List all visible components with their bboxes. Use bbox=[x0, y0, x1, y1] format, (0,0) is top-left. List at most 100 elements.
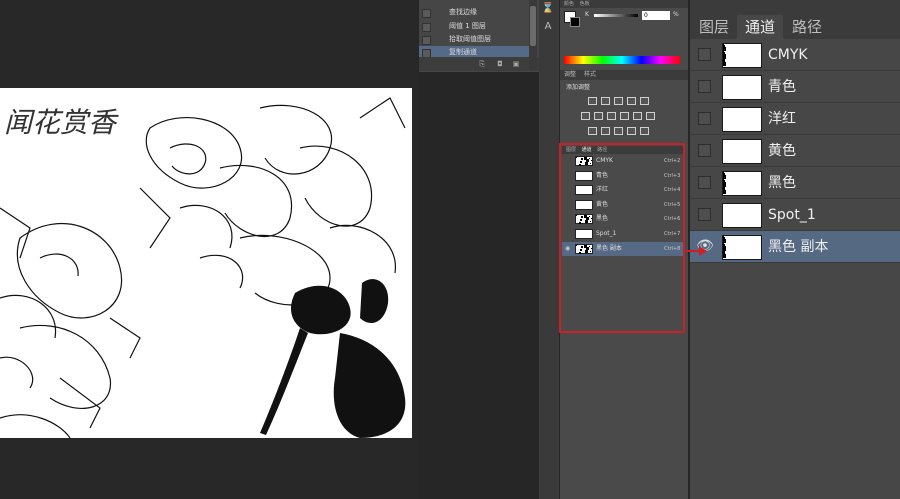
panel-dock-strip bbox=[539, 0, 559, 499]
channel-thumbnail bbox=[722, 171, 762, 196]
channel-thumbnail bbox=[722, 203, 762, 228]
thumbnail-detail bbox=[723, 193, 724, 194]
panel-header-strip bbox=[690, 0, 900, 15]
history-item-label: 查找边缘 bbox=[449, 8, 477, 16]
black-white-icon[interactable] bbox=[607, 112, 616, 120]
channel-row[interactable]: 洋红 bbox=[690, 103, 900, 135]
channel-name: 青色 bbox=[768, 79, 796, 95]
vibrance-icon[interactable] bbox=[640, 97, 649, 105]
adjustments-tabs: 调整 样式 bbox=[560, 70, 688, 80]
visibility-toggle[interactable] bbox=[698, 80, 711, 93]
history-item[interactable]: 查找边缘 bbox=[419, 6, 529, 19]
k-slider[interactable] bbox=[594, 14, 638, 17]
threshold-icon[interactable] bbox=[614, 127, 623, 135]
tab-layers[interactable]: 图层 bbox=[694, 15, 734, 39]
color-panel-tabs: 颜色 色板 bbox=[560, 0, 688, 8]
history-scroll-thumb[interactable] bbox=[530, 6, 536, 46]
thumbnail-detail bbox=[723, 185, 724, 186]
channel-name: 洋红 bbox=[768, 111, 796, 127]
levels-icon[interactable] bbox=[601, 97, 610, 105]
history-checkbox[interactable] bbox=[422, 9, 431, 18]
history-item-label: 阈值 1 图层 bbox=[449, 22, 486, 30]
posterize-icon[interactable] bbox=[601, 127, 610, 135]
callout-arrow-line bbox=[686, 250, 700, 252]
channel-row[interactable]: Spot_1 bbox=[690, 199, 900, 231]
channel-row[interactable]: 青色 bbox=[690, 71, 900, 103]
k-value-input[interactable]: 0 bbox=[642, 11, 670, 20]
photo-filter-icon[interactable] bbox=[620, 112, 629, 120]
history-item[interactable]: 阈值 1 图层 bbox=[419, 20, 529, 33]
history-item[interactable]: 拾取阈值图层 bbox=[419, 33, 529, 46]
visibility-toggle[interactable] bbox=[698, 48, 711, 61]
character-panel-icon[interactable]: A bbox=[541, 20, 555, 34]
tab-styles[interactable]: 样式 bbox=[584, 71, 596, 78]
channel-row[interactable]: CMYK bbox=[690, 39, 900, 71]
channel-thumbnail bbox=[722, 75, 762, 100]
tab-color[interactable]: 颜色 bbox=[564, 1, 574, 7]
k-channel-label: K bbox=[585, 11, 589, 18]
k-unit-label: % bbox=[673, 11, 679, 18]
channel-row[interactable]: 黑色 bbox=[690, 167, 900, 199]
channel-mixer-icon[interactable] bbox=[633, 112, 642, 120]
thumbnail-detail bbox=[723, 182, 726, 185]
thumbnail-detail bbox=[723, 50, 724, 51]
history-checkbox[interactable] bbox=[422, 23, 431, 32]
history-panel-icon[interactable]: ⌛ bbox=[541, 2, 555, 16]
hue-saturation-icon[interactable] bbox=[581, 112, 590, 120]
thumbnail-detail bbox=[723, 187, 725, 189]
gradient-map-icon[interactable] bbox=[627, 127, 636, 135]
thumbnail-detail bbox=[723, 64, 724, 65]
document-canvas[interactable]: 闻花赏香 bbox=[0, 88, 412, 438]
adjustments-title: 添加调整 bbox=[566, 84, 591, 91]
thumbnail-detail bbox=[723, 59, 725, 61]
channel-thumbnail bbox=[722, 139, 762, 164]
thumbnail-detail bbox=[723, 257, 724, 258]
invert-icon[interactable] bbox=[588, 127, 597, 135]
tab-swatches[interactable]: 色板 bbox=[580, 1, 590, 7]
color-balance-icon[interactable] bbox=[594, 112, 603, 120]
tab-channels[interactable]: 通道 bbox=[737, 15, 783, 39]
thumbnail-detail bbox=[723, 177, 724, 178]
thumbnail-detail bbox=[723, 249, 724, 250]
callout-arrow-head bbox=[699, 246, 707, 256]
channel-name: CMYK bbox=[768, 47, 808, 63]
thumbnail-detail bbox=[723, 256, 724, 257]
history-item-label: 拾取阈值图层 bbox=[449, 35, 491, 43]
new-document-from-state-icon[interactable]: ⎘ bbox=[478, 60, 486, 68]
tab-paths[interactable]: 路径 bbox=[786, 15, 828, 39]
calligraphy-text: 闻花赏香 bbox=[4, 106, 119, 139]
tab-adjustments[interactable]: 调整 bbox=[564, 71, 576, 78]
thumbnail-detail bbox=[723, 192, 724, 193]
channel-name: 黄色 bbox=[768, 143, 796, 159]
channel-thumbnail bbox=[722, 43, 762, 68]
visibility-toggle[interactable] bbox=[698, 112, 711, 125]
trash-icon[interactable]: ▣ bbox=[512, 60, 520, 68]
channel-row[interactable]: 黄色 bbox=[690, 135, 900, 167]
channel-row[interactable]: 👁 黑色 副本 bbox=[690, 231, 900, 263]
thumbnail-detail bbox=[723, 178, 724, 179]
exposure-icon[interactable] bbox=[627, 97, 636, 105]
line-art-image: 闻花赏香 bbox=[0, 97, 406, 438]
channel-name: 黑色 副本 bbox=[768, 239, 829, 255]
visibility-toggle[interactable] bbox=[698, 208, 711, 221]
history-checkbox[interactable] bbox=[422, 36, 431, 45]
color-lookup-icon[interactable] bbox=[646, 112, 655, 120]
selective-color-icon[interactable] bbox=[640, 127, 649, 135]
channel-thumbnail bbox=[722, 107, 762, 132]
thumbnail-detail bbox=[723, 65, 724, 66]
thumbnail-detail bbox=[723, 251, 725, 253]
thumbnail-detail bbox=[723, 241, 724, 242]
curves-icon[interactable] bbox=[614, 97, 623, 105]
channel-thumbnail bbox=[722, 235, 762, 260]
thumbnail-detail bbox=[723, 54, 726, 57]
snapshot-camera-icon[interactable]: ◘ bbox=[496, 60, 504, 68]
thumbnail-detail bbox=[723, 49, 724, 50]
background-color-swatch[interactable] bbox=[570, 17, 580, 27]
channel-name: Spot_1 bbox=[768, 207, 816, 223]
brightness-icon[interactable] bbox=[588, 97, 597, 105]
visibility-toggle[interactable] bbox=[698, 176, 711, 189]
color-spectrum-bar[interactable] bbox=[564, 56, 680, 64]
channel-name: 黑色 bbox=[768, 175, 796, 191]
thumbnail-detail bbox=[723, 246, 726, 249]
visibility-toggle[interactable] bbox=[698, 144, 711, 157]
